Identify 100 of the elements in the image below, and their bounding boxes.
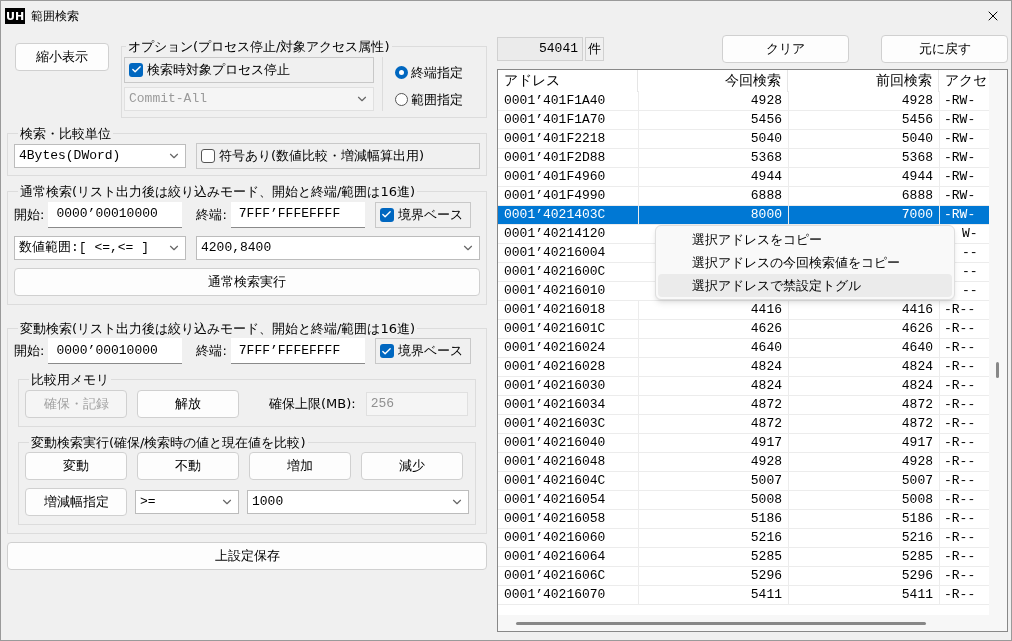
address-cell-text: 0001’40214120 [503, 225, 607, 244]
shrink-button[interactable]: 縮小表示 [15, 43, 109, 71]
table-row[interactable]: 0001’40216058 5186 5186 -R-- [498, 510, 989, 529]
previous-value-cell: 4928 [788, 91, 939, 111]
horizontal-scrollbar[interactable] [498, 615, 1007, 631]
operator-select[interactable]: >= [135, 490, 239, 514]
start-label: 開始: [14, 205, 45, 224]
table-row[interactable]: 0001’40216060 5216 5216 -R-- [498, 529, 989, 548]
menu-item[interactable]: 選択アドレスで禁設定トグル [658, 274, 952, 297]
table-row[interactable]: 0001’4021403C 8000 7000 -RW- [498, 206, 989, 225]
address-cell-text: 0001’401F4960 [503, 168, 607, 187]
normal-search-button[interactable]: 通常検索実行 [14, 267, 480, 296]
previous-value-cell: 7000 [788, 205, 939, 225]
checkbox[interactable]: 境界ベース [374, 338, 471, 364]
check-icon [379, 344, 394, 358]
column-header[interactable]: 今回検索 [638, 70, 788, 92]
end-address-field[interactable]: 7FFF’FFFEFFFF [230, 201, 365, 228]
save-settings-button[interactable]: 上設定保存 [7, 542, 487, 570]
address-cell-text: 0001’40216010 [503, 282, 607, 301]
table-row[interactable]: 0001’4021603C 4872 4872 -R-- [498, 415, 989, 434]
group-title: オプション(プロセス停止/対象アクセス属性) [127, 38, 391, 56]
address-cell-text: 0001’401F1A70 [503, 111, 607, 130]
undo-button[interactable]: 元に戻す [881, 35, 1008, 63]
start-address-field[interactable]: 0000’00010000 [48, 338, 183, 364]
table-row[interactable]: 0001’401F1A40 4928 4928 -RW- [498, 92, 989, 111]
clear-button[interactable]: クリア [722, 35, 849, 63]
group-title: 比較用メモリ [30, 371, 110, 389]
address-cell-text: 0001’4021606C [503, 567, 607, 586]
current-value-cell: 4824 [638, 357, 788, 377]
current-value-cell: 4944 [638, 167, 788, 187]
previous-value-cell: 5040 [788, 129, 939, 149]
column-header[interactable]: アクセ [939, 70, 989, 92]
column-header[interactable]: 前回検索 [788, 70, 939, 92]
previous-value-cell: 4928 [788, 452, 939, 472]
table-row[interactable]: 0001’40216028 4824 4824 -R-- [498, 358, 989, 377]
end-label: 終端: [196, 342, 227, 361]
group-title: 変動検索(リスト出力後は絞り込みモード、開始と終端/範囲は16進) [19, 319, 417, 338]
checkbox[interactable]: 符号あり(数値比較・増減幅算出用) [196, 143, 480, 169]
memory-button[interactable]: 解放 [137, 389, 239, 418]
table-row[interactable]: 0001’401F4960 4944 4944 -RW- [498, 168, 989, 187]
column-header[interactable]: アドレス [498, 70, 638, 92]
current-value-cell: 8000 [638, 205, 788, 225]
start-address-field[interactable]: 0000’00010000 [48, 201, 183, 228]
address-cell-text: 0001’40216004 [503, 244, 607, 263]
checkbox[interactable]: 検索時対象プロセス停止 [124, 56, 374, 83]
radio-option[interactable]: 終端指定 [395, 62, 463, 82]
compare-mode-select[interactable]: 数値範囲:[ <=,<= ] [14, 235, 186, 260]
group-title: 変動検索実行(確保/検索時の値と現在値を比較) [30, 433, 307, 452]
count-unit-label: 件 [585, 37, 604, 61]
address-cell-text: 0001’40216064 [503, 548, 607, 567]
table-row[interactable]: 0001’40216034 4872 4872 -R-- [498, 396, 989, 415]
table-row[interactable]: 0001’4021606C 5296 5296 -R-- [498, 567, 989, 586]
unit-select[interactable]: 4Bytes(DWord) [14, 144, 186, 168]
table-row[interactable]: 0001’40216048 4928 4928 -R-- [498, 453, 989, 472]
previous-value-cell: 5368 [788, 148, 939, 168]
current-value-cell: 5186 [638, 509, 788, 529]
window-title: 範囲検索 [31, 8, 80, 25]
table-row[interactable]: 0001’40216070 5411 5411 -R-- [498, 586, 989, 605]
radio-option[interactable]: 範囲指定 [395, 90, 463, 110]
current-value-cell: 5411 [638, 585, 788, 605]
group-title: 検索・比較単位 [19, 124, 112, 143]
address-cell-text: 0001’4021601C [503, 320, 607, 339]
previous-value-cell: 5007 [788, 471, 939, 491]
table-row[interactable]: 0001’40216054 5008 5008 -R-- [498, 491, 989, 510]
address-cell-text: 0001’40216058 [503, 510, 607, 529]
address-cell-text: 0001’40216060 [503, 529, 607, 548]
address-cell-text: 0001’40216018 [503, 301, 607, 320]
current-value-cell: 5008 [638, 490, 788, 510]
table-row[interactable]: 0001’40216040 4917 4917 -R-- [498, 434, 989, 453]
delta-value-select[interactable]: 1000 [247, 490, 469, 514]
current-value-cell: 5456 [638, 110, 788, 130]
compare-button[interactable]: 増加 [249, 452, 351, 480]
checkbox[interactable]: 境界ベース [374, 201, 471, 228]
table-row[interactable]: 0001’40216024 4640 4640 -R-- [498, 339, 989, 358]
start-label: 開始: [14, 342, 45, 361]
previous-value-cell: 5296 [788, 566, 939, 586]
result-count: 54041 [497, 37, 583, 61]
compare-button[interactable]: 不動 [137, 452, 239, 480]
table-row[interactable]: 0001’40216030 4824 4824 -R-- [498, 377, 989, 396]
address-cell-text: 0001’4021604C [503, 472, 607, 491]
delta-button[interactable]: 増減幅指定 [25, 488, 127, 516]
current-value-cell: 4626 [638, 319, 788, 339]
table-row[interactable]: 0001’401F2218 5040 5040 -RW- [498, 130, 989, 149]
table-row[interactable]: 0001’40216064 5285 5285 -R-- [498, 548, 989, 567]
current-value-cell: 5368 [638, 148, 788, 168]
limit-label: 確保上限(MB): [269, 394, 356, 413]
address-cell-text: 0001’40216048 [503, 453, 607, 472]
previous-value-cell: 5285 [788, 547, 939, 567]
table-row[interactable]: 0001’4021604C 5007 5007 -R-- [498, 472, 989, 491]
range-value-select[interactable]: 4200,8400 [196, 235, 480, 260]
end-address-field[interactable]: 7FFF’FFFEFFFF [230, 338, 365, 364]
previous-value-cell: 5008 [788, 490, 939, 510]
compare-button[interactable]: 変動 [25, 452, 127, 480]
table-row[interactable]: 0001’4021601C 4626 4626 -R-- [498, 320, 989, 339]
current-value-cell: 4872 [638, 395, 788, 415]
table-row[interactable]: 0001’401F1A70 5456 5456 -RW- [498, 111, 989, 130]
compare-button[interactable]: 減少 [361, 452, 463, 480]
table-row[interactable]: 0001’401F2D88 5368 5368 -RW- [498, 149, 989, 168]
current-value-cell: 5216 [638, 528, 788, 548]
address-cell-text: 0001’4021603C [503, 415, 607, 434]
